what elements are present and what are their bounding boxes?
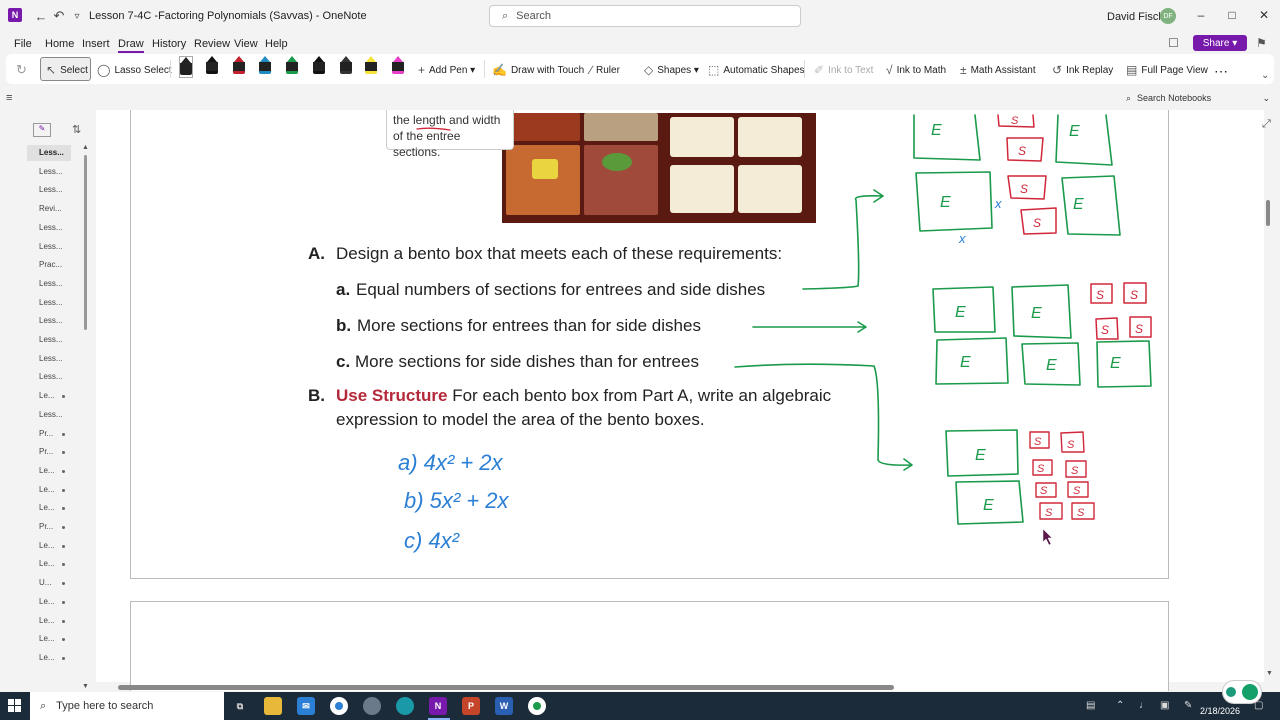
notes-tray-icon[interactable]: ▤ [1086, 700, 1095, 711]
mail-icon[interactable]: ✉ [297, 697, 315, 715]
powerpoint-icon[interactable]: P [462, 697, 480, 715]
arrow-b [752, 321, 867, 333]
chrome-profile-icon[interactable] [528, 697, 546, 715]
microphone-icon[interactable]: ♩ [1139, 700, 1149, 711]
ink-side-label: S [1011, 115, 1019, 127]
ink-entree-label: E [960, 354, 971, 371]
ink-side-label: S [1101, 323, 1109, 337]
ink-side-label: S [1096, 288, 1104, 302]
ink-layer[interactable]: E E E E x x S S S S E E E E E S S S S E … [0, 0, 1280, 720]
taskbar-search[interactable]: ⌕ Type here to search [30, 692, 224, 720]
ink-entree-label: E [1031, 305, 1042, 322]
mouse-cursor-icon [1042, 528, 1053, 546]
location-icon [1226, 687, 1236, 697]
ink-side-label: S [1130, 288, 1138, 302]
ink-side-label: S [1135, 322, 1143, 336]
taskbar-search-placeholder: Type here to search [56, 700, 154, 712]
arrow-a [802, 189, 884, 290]
grammarly-widget[interactable] [1222, 680, 1262, 704]
ink-side-label: S [1073, 485, 1081, 497]
ink-entree-label: E [1073, 196, 1084, 213]
ink-entree-label: E [955, 304, 966, 321]
ink-entree-label: E [1046, 357, 1057, 374]
grammarly-icon [1242, 684, 1258, 700]
onenote-taskbar-icon[interactable]: N [429, 697, 447, 715]
ink-answer-b: b) 5x² + 2x [404, 488, 510, 513]
ink-side-label: S [1034, 436, 1042, 448]
ink-side-label: S [1018, 144, 1026, 158]
ink-entree-label: E [1069, 123, 1080, 140]
vertical-scrollbar[interactable] [1266, 200, 1270, 226]
ink-side-label: S [1033, 216, 1041, 230]
pen-tray-icon[interactable]: ✎ [1184, 700, 1192, 711]
word-icon[interactable]: W [495, 697, 513, 715]
edge-icon[interactable] [396, 697, 414, 715]
chevron-up-icon[interactable]: ⌃ [1116, 700, 1124, 711]
horizontal-scrollbar[interactable] [118, 685, 894, 690]
ink-answer-a: a) 4x² + 2x [398, 450, 504, 475]
ink-side-label: S [1067, 439, 1075, 451]
ink-entree-label: E [931, 122, 942, 139]
ink-side-label: S [1045, 507, 1053, 519]
ink-entree-label: E [983, 497, 994, 514]
ink-x-label: x [994, 196, 1002, 211]
scroll-down-icon[interactable]: ▼ [1266, 670, 1273, 677]
ink-side-label: S [1040, 485, 1048, 497]
task-view-icon[interactable]: ⧉ [231, 697, 249, 715]
windows-start-icon[interactable] [8, 699, 22, 713]
ink-x-label: x [958, 231, 966, 246]
app-icon[interactable] [363, 697, 381, 715]
ink-entree-label: E [940, 194, 951, 211]
ink-side-label: S [1071, 465, 1079, 477]
expand-icon[interactable]: ⤢ [1262, 118, 1271, 131]
network-icon[interactable]: ▣ [1160, 700, 1169, 711]
ink-entree-label: E [1110, 355, 1121, 372]
ink-answer-c: c) 4x² [404, 528, 460, 553]
chrome-icon[interactable] [330, 697, 348, 715]
arrow-c [734, 363, 913, 471]
ink-side-label: S [1020, 182, 1028, 196]
search-icon: ⌕ [40, 699, 47, 712]
file-explorer-icon[interactable] [264, 697, 282, 715]
ink-entree-label: E [975, 447, 986, 464]
ink-side-label: S [1037, 463, 1045, 475]
ink-side-label: S [1077, 507, 1085, 519]
